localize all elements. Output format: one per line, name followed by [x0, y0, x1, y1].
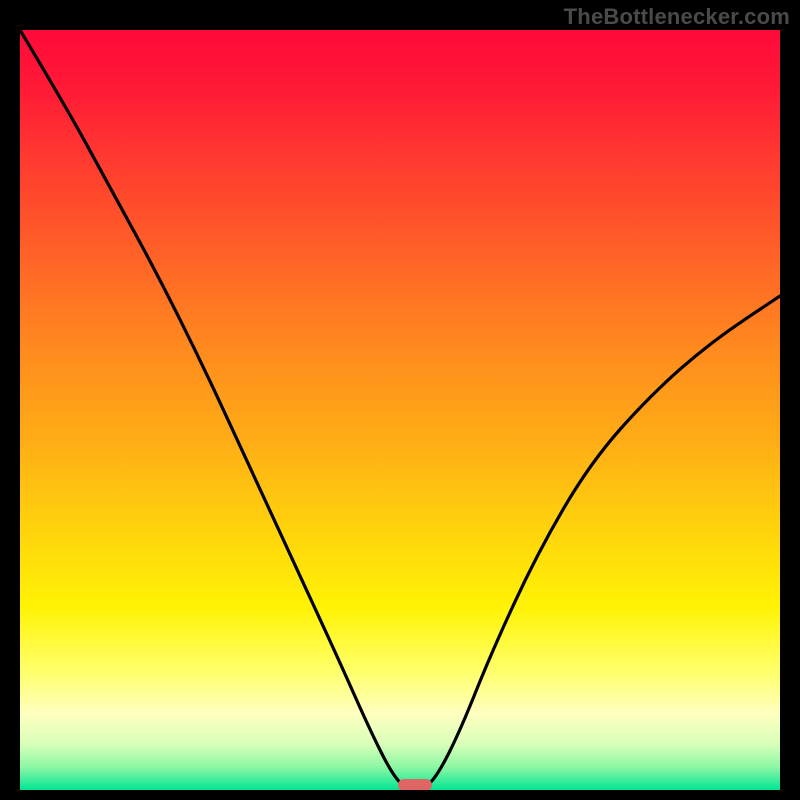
optimal-marker	[398, 779, 431, 790]
watermark-text: TheBottlenecker.com	[564, 4, 790, 30]
bottleneck-curve	[20, 30, 780, 790]
curve-path	[20, 30, 780, 790]
stage: TheBottlenecker.com	[0, 0, 800, 800]
bottleneck-plot	[20, 30, 780, 790]
